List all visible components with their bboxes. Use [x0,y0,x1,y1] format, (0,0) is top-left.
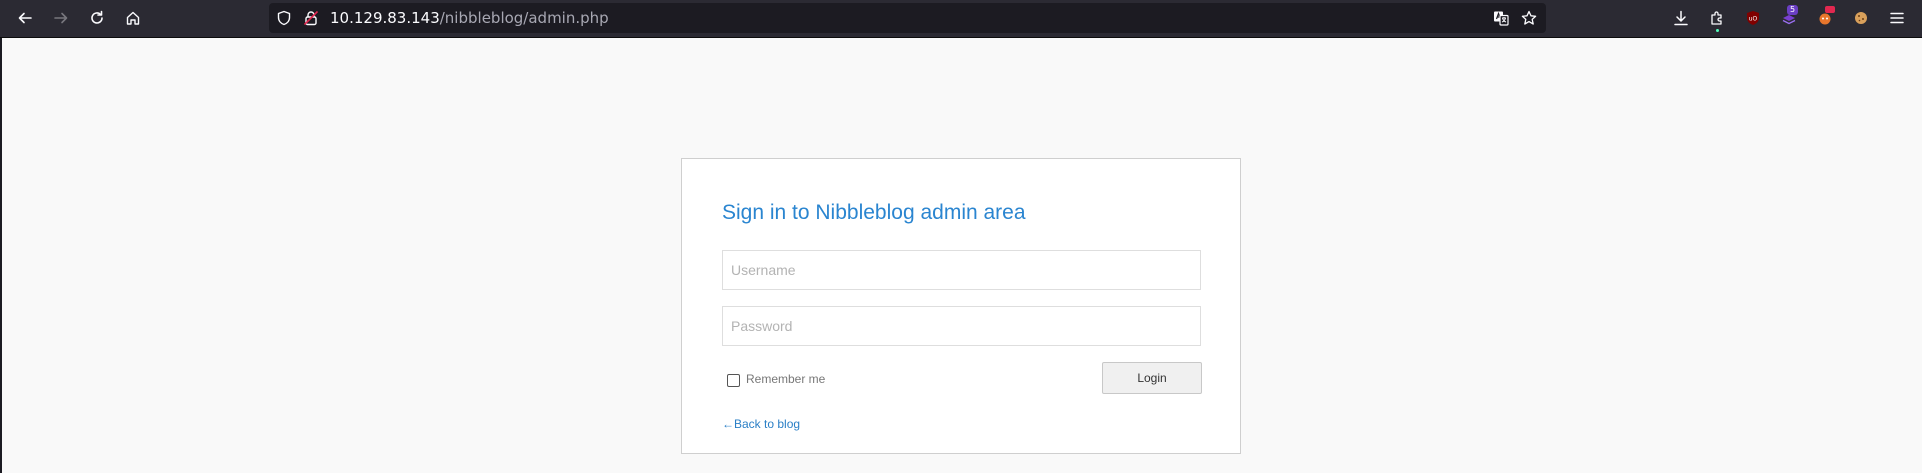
cookie-extension[interactable] [1847,4,1875,32]
url-path: /nibbleblog/admin.php [439,9,609,27]
translate-icon[interactable] [1493,10,1509,26]
arrow-left-icon [18,12,32,24]
back-to-blog-label: Back to blog [734,417,801,431]
cookie-icon [1855,12,1867,24]
back-arrow: ← [722,417,734,431]
puzzle-icon [1711,11,1722,25]
extensions-dot [1716,29,1719,32]
stack-extension[interactable]: 5 [1775,4,1803,32]
window-edge [0,38,2,473]
browser-toolbar: 10.129.83.143/nibbleblog/admin.php uO 5 [0,0,1922,38]
remember-me-checkbox[interactable] [727,374,740,387]
arrow-right-icon [54,12,68,24]
downloads-button[interactable] [1667,4,1695,32]
forward-button[interactable] [47,4,75,32]
insecure-lock-icon[interactable] [303,10,319,26]
login-title: Sign in to Nibbleblog admin area [722,201,1026,224]
recording-badge [1825,6,1835,13]
home-button[interactable] [119,4,147,32]
remember-me: Remember me [727,371,825,387]
address-bar[interactable]: 10.129.83.143/nibbleblog/admin.php [269,3,1546,33]
bookmark-star-icon[interactable] [1521,10,1537,26]
back-to-blog-link[interactable]: ←Back to blog [722,417,800,431]
reload-button[interactable] [83,4,111,32]
extension-badge: 5 [1787,5,1799,15]
shield-icon[interactable] [276,10,292,26]
download-icon [1674,10,1688,26]
password-input[interactable] [722,306,1201,346]
svg-text:uO: uO [1749,16,1758,23]
ublock-extension[interactable]: uO [1739,4,1767,32]
extensions-button[interactable] [1703,4,1731,32]
remember-me-label[interactable]: Remember me [746,372,825,386]
hamburger-menu-icon [1890,12,1904,24]
reload-icon [91,10,103,24]
back-button[interactable] [11,4,39,32]
login-button[interactable]: Login [1102,362,1202,394]
burp-extension[interactable] [1811,4,1839,32]
url-text[interactable]: 10.129.83.143/nibbleblog/admin.php [330,3,609,33]
home-icon [126,11,140,25]
url-host: 10.129.83.143 [330,9,440,27]
login-panel: Sign in to Nibbleblog admin area Remembe… [681,158,1241,454]
menu-button[interactable] [1883,4,1911,32]
ublock-icon: uO [1747,11,1759,25]
username-input[interactable] [722,250,1201,290]
